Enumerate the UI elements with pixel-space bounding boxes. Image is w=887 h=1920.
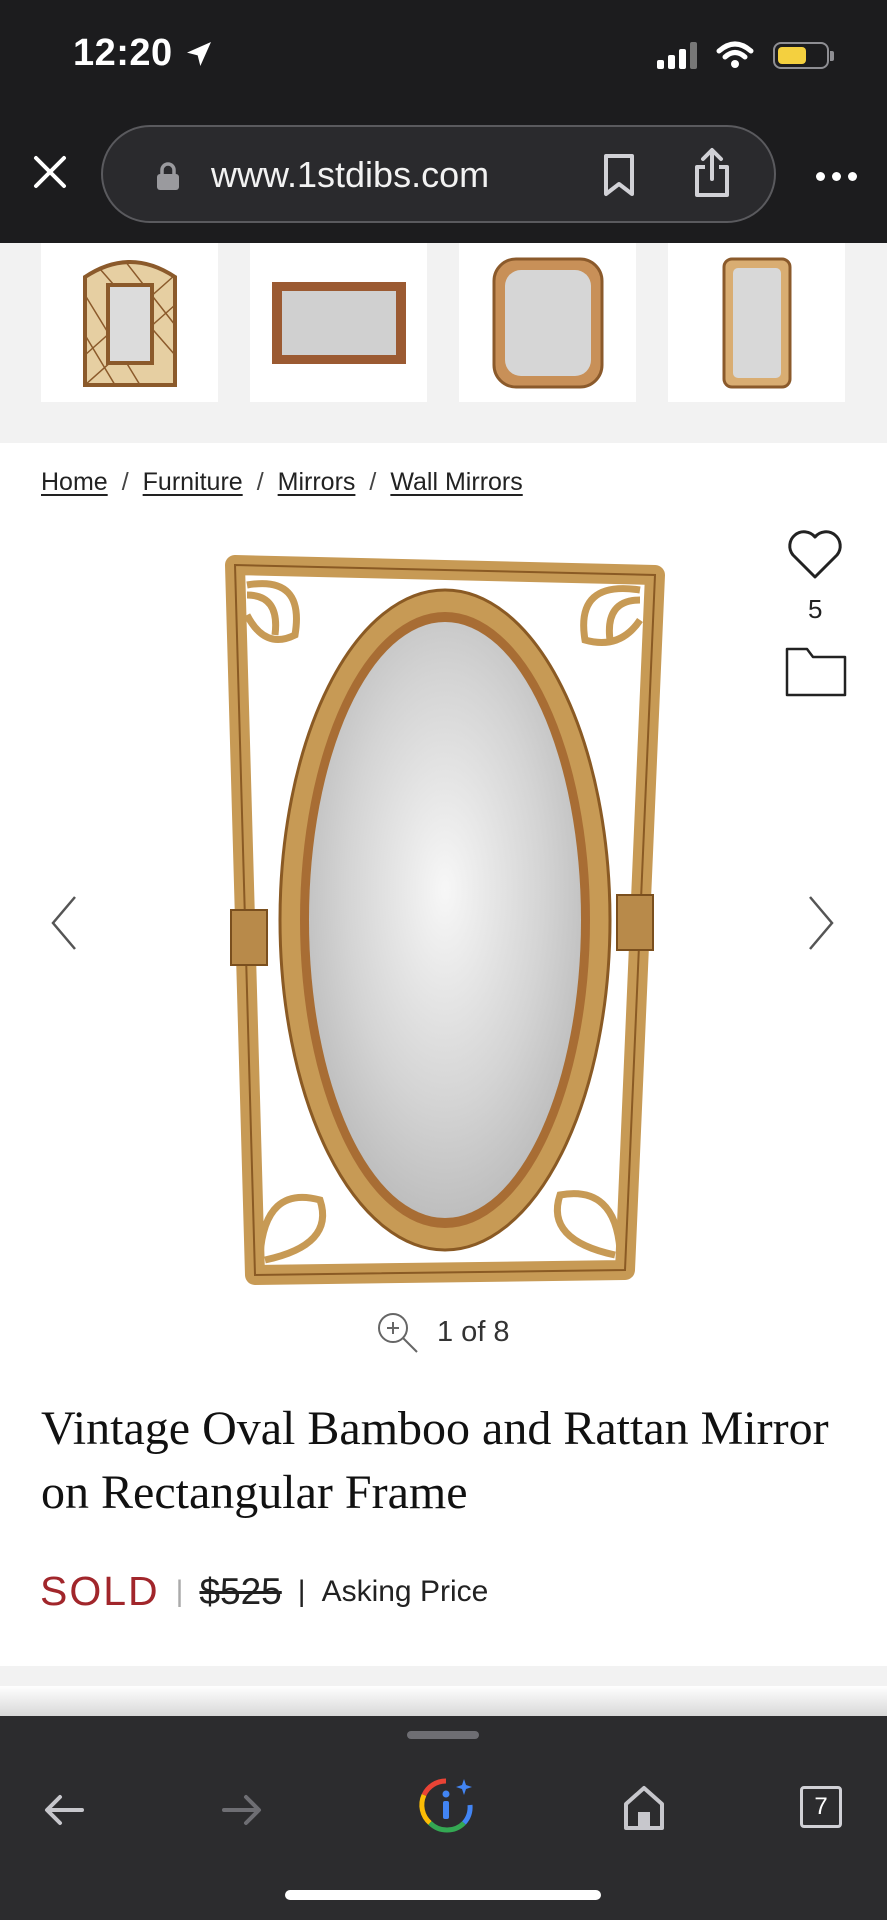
image-counter: 1 of 8 <box>437 1315 510 1348</box>
price-separator: | <box>175 1574 184 1608</box>
time-text: 12:20 <box>73 32 173 74</box>
close-icon[interactable] <box>30 152 70 192</box>
product-image[interactable] <box>225 555 665 1290</box>
toolbar-shadow <box>0 1686 887 1716</box>
chevron-left-icon[interactable] <box>45 893 85 953</box>
home-indicator[interactable] <box>285 1890 601 1900</box>
status-time: 12:20 <box>73 32 215 75</box>
breadcrumb-wall-mirrors[interactable]: Wall Mirrors <box>390 468 522 497</box>
breadcrumb-separator: / <box>121 468 129 496</box>
more-icon[interactable] <box>816 172 857 181</box>
product-title: Vintage Oval Bamboo and Rattan Mirror on… <box>41 1402 829 1519</box>
breadcrumb: Home / Furniture / Mirrors / Wall Mirror… <box>41 468 523 497</box>
browser-bottom-toolbar: 7 <box>0 1716 887 1920</box>
thumbnail-rectangular-mirror-image <box>271 281 406 364</box>
forward-arrow-icon[interactable] <box>220 1788 264 1832</box>
bookmark-icon[interactable] <box>601 152 637 198</box>
location-arrow-icon <box>186 41 211 66</box>
toolbar-grabber[interactable] <box>407 1731 479 1739</box>
wifi-icon <box>716 41 754 68</box>
chevron-right-icon[interactable] <box>800 893 840 953</box>
price-label-separator: | <box>297 1574 306 1608</box>
breadcrumb-separator: / <box>256 468 264 496</box>
zoom-counter-row: 1 of 8 <box>375 1310 510 1354</box>
price-label: Asking Price <box>321 1574 489 1608</box>
thumbnail-4[interactable] <box>668 243 845 402</box>
thumbnail-narrow-mirror-image <box>722 257 791 388</box>
share-icon[interactable] <box>691 147 733 199</box>
thumbnail-arched-mirror-image <box>82 260 177 387</box>
google-lens-icon[interactable] <box>418 1777 474 1833</box>
favorites-count: 5 <box>808 594 823 624</box>
zoom-icon[interactable] <box>375 1310 419 1354</box>
breadcrumb-home[interactable]: Home <box>41 468 108 497</box>
breadcrumb-mirrors[interactable]: Mirrors <box>278 468 356 497</box>
back-arrow-icon[interactable] <box>42 1788 86 1832</box>
breadcrumb-furniture[interactable]: Furniture <box>143 468 243 497</box>
price-row: SOLD | $525 | Asking Price <box>40 1568 488 1615</box>
heart-icon[interactable] <box>785 525 845 585</box>
thumbnail-strip <box>0 243 887 443</box>
price: $525 <box>199 1570 282 1612</box>
breadcrumb-separator: / <box>369 468 377 496</box>
thumbnail-2[interactable] <box>250 243 427 402</box>
status-icons <box>657 40 834 70</box>
sold-badge: SOLD <box>40 1568 160 1614</box>
browser-top-bar: 12:20 www.1stdibs.com <box>0 0 887 243</box>
battery-icon <box>773 41 834 69</box>
address-bar[interactable]: www.1stdibs.com <box>101 125 776 223</box>
folder-icon[interactable] <box>785 645 847 697</box>
thumbnail-3[interactable] <box>459 243 636 402</box>
section-divider <box>0 1666 887 1686</box>
tabs-icon[interactable]: 7 <box>800 1786 842 1828</box>
home-icon[interactable] <box>622 1784 666 1832</box>
lock-icon <box>157 162 179 190</box>
thumbnail-rounded-mirror-image <box>492 257 603 388</box>
thumbnail-1[interactable] <box>41 243 218 402</box>
url-text: www.1stdibs.com <box>211 154 490 195</box>
signal-icon <box>657 41 697 69</box>
